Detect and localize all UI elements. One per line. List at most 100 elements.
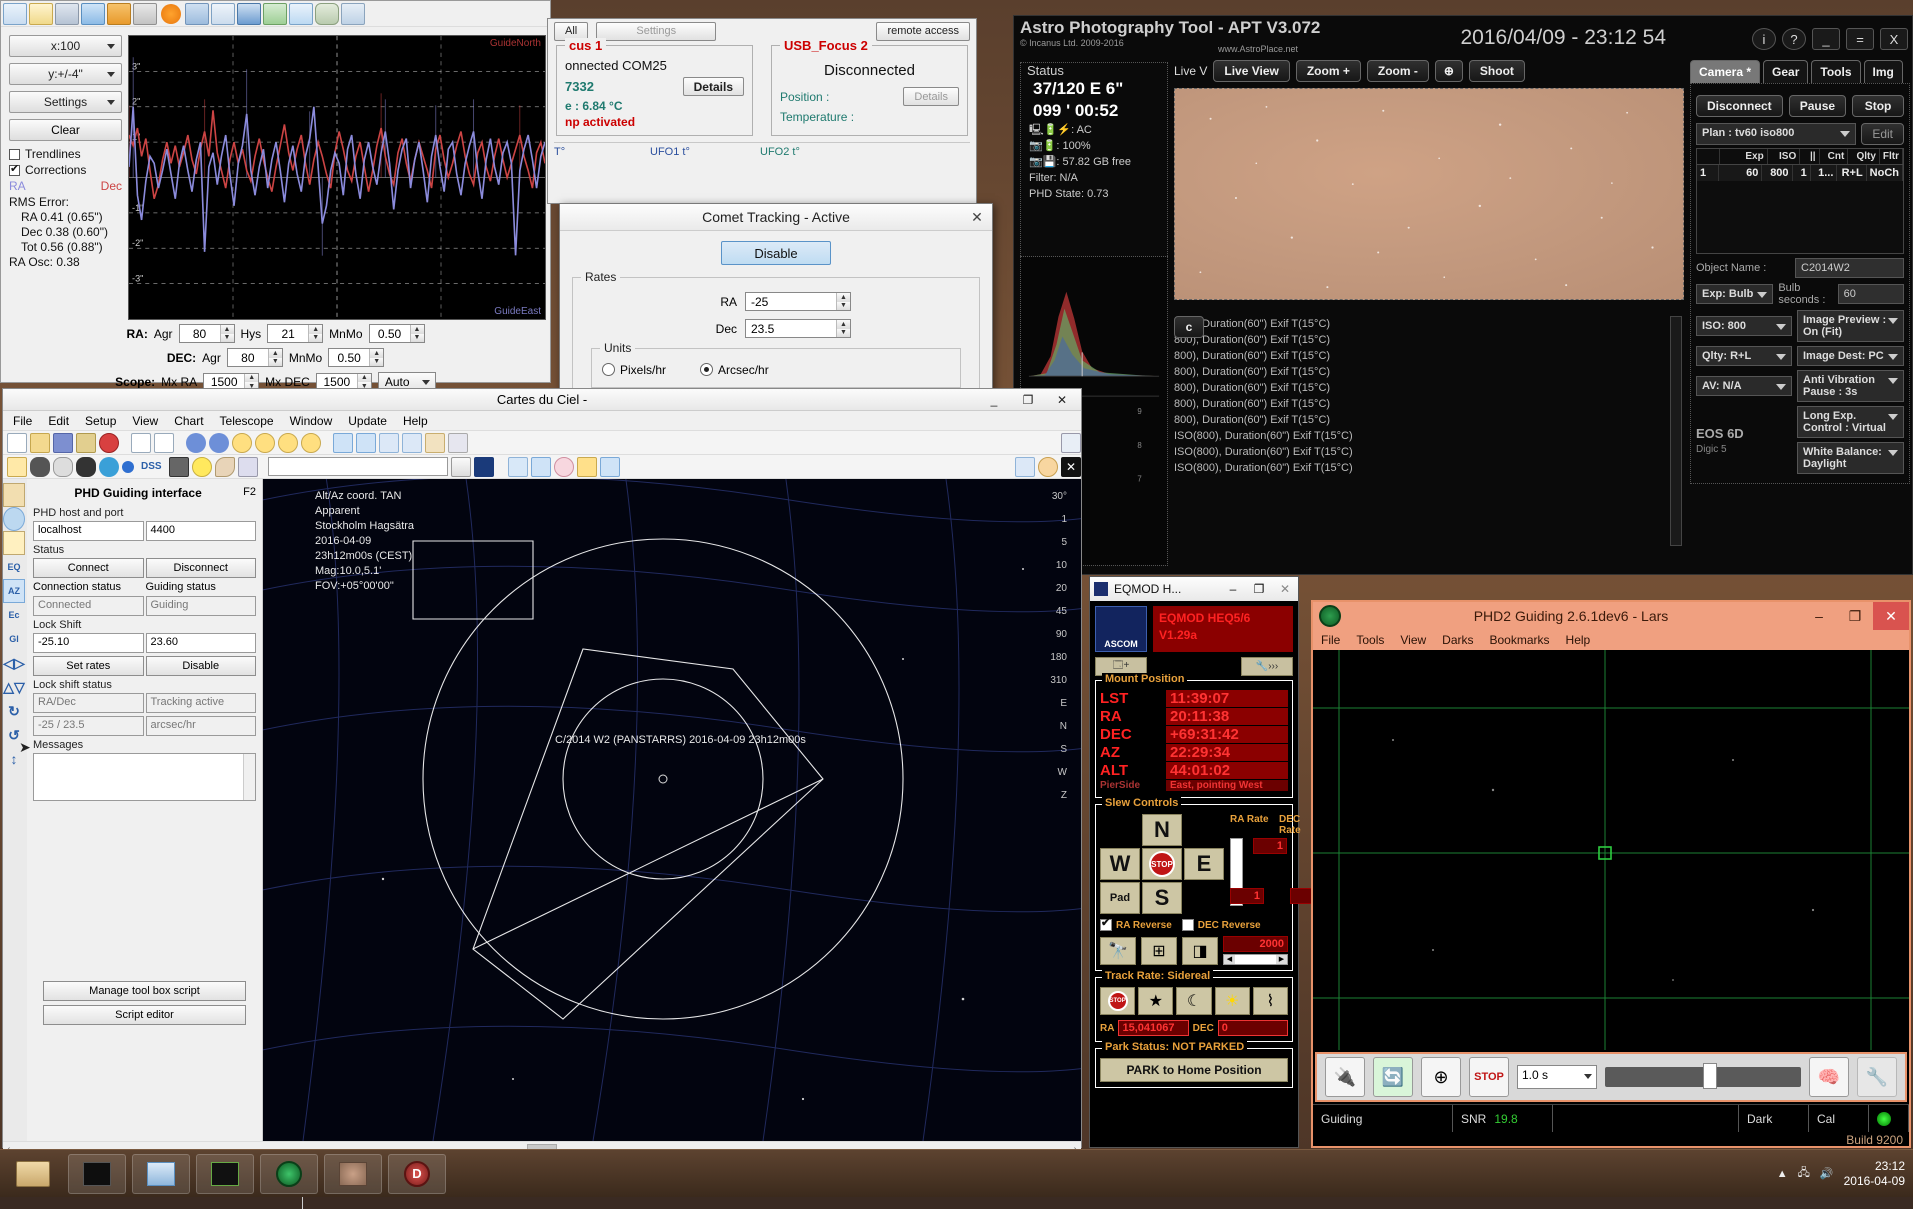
slew-west-button[interactable]: W (1100, 848, 1140, 880)
ra-reverse-checkbox-row[interactable]: RA Reverse (1100, 916, 1172, 931)
tab-img[interactable]: Img (1863, 60, 1903, 83)
spiral-icon[interactable]: ◨ (1182, 936, 1218, 965)
slider-left-icon[interactable]: ◀ (1224, 955, 1235, 964)
note-icon[interactable] (289, 2, 313, 25)
target2-icon[interactable] (1038, 456, 1058, 477)
messages-box[interactable] (33, 753, 256, 801)
message-icon[interactable] (341, 2, 365, 25)
volume-icon[interactable]: 🔊 (1820, 1167, 1834, 1180)
spin-down-icon[interactable]: ▼ (837, 301, 850, 310)
planet-icon[interactable] (99, 456, 119, 477)
export-icon[interactable] (263, 2, 287, 25)
sidebar-icon-flip-v[interactable]: △▽ (3, 675, 25, 699)
messages-scrollbar[interactable] (243, 754, 255, 800)
spin-up-icon[interactable]: ▲ (837, 320, 850, 329)
spin-up-icon[interactable]: ▲ (370, 349, 384, 358)
comet-disable-button[interactable]: Disable (721, 241, 831, 265)
spin-up-icon[interactable]: ▲ (268, 349, 282, 358)
taskbar-apt[interactable]: D (388, 1153, 446, 1194)
pointer-icon[interactable] (333, 432, 353, 453)
spin-down-icon[interactable]: ▼ (837, 328, 850, 337)
taskbar-eqmod[interactable] (260, 1153, 318, 1194)
alert-icon[interactable] (161, 3, 181, 24)
refresh-icon[interactable] (81, 2, 105, 25)
slew-stop-button[interactable]: STOP (1142, 848, 1182, 880)
spin-up-icon[interactable]: ▲ (309, 325, 323, 334)
plan-dropdown[interactable]: Plan : tv60 iso800 (1696, 123, 1857, 145)
copy-chart-icon[interactable] (131, 432, 151, 453)
sidebar-tab-gl[interactable]: Gl (3, 627, 25, 651)
ra-reverse-checkbox[interactable] (1100, 916, 1112, 931)
dec-agr-input[interactable] (227, 349, 268, 366)
white-balance-dropdown[interactable]: White Balance: Daylight (1797, 442, 1904, 474)
lock-shift-ra-input[interactable]: -25.10 (33, 633, 144, 653)
image-dest-dropdown[interactable]: Image Dest: PC (1797, 346, 1904, 366)
close-button[interactable]: ✕ (1045, 390, 1079, 409)
apt-log-panel[interactable]: c 800), Duration(60") Exif T(15°C) 800),… (1174, 316, 1684, 566)
menu-view[interactable]: View (1400, 633, 1426, 647)
setup-wrench-icon[interactable]: 🔧››› (1241, 657, 1293, 676)
brain-icon[interactable]: 🧠 (1809, 1057, 1849, 1097)
location-icon[interactable] (99, 432, 119, 453)
undo-icon[interactable] (186, 432, 206, 453)
sidebar-icon-flip-h[interactable]: ◁▷ (3, 651, 25, 675)
close-icon[interactable]: ✕ (966, 207, 988, 227)
asteroid-icon[interactable] (237, 456, 258, 477)
slew-east-button[interactable]: E (1184, 848, 1224, 880)
wrench-icon[interactable]: 🔧 (1857, 1057, 1897, 1097)
stop-button[interactable]: Stop (1852, 95, 1904, 117)
hys-input[interactable] (268, 325, 309, 342)
grid-icon[interactable] (356, 432, 376, 453)
disconnect-button[interactable]: Disconnect (145, 558, 256, 578)
sidebar-tab-eq[interactable]: EQ (3, 555, 25, 579)
sky-chart-canvas[interactable]: Alt/Az coord. TAN Apparent Stockholm Hag… (263, 479, 1081, 1141)
menu-file[interactable]: File (13, 414, 32, 428)
script-editor-button[interactable]: Script editor (43, 1005, 246, 1025)
x-scale-dropdown[interactable]: x:100 (9, 35, 122, 57)
slider-thumb[interactable] (1703, 1063, 1717, 1089)
quality-dropdown[interactable]: Qlty: R+L (1696, 346, 1792, 366)
hys-stepper[interactable]: ▲▼ (267, 324, 324, 343)
lock-disable-button[interactable]: Disable (145, 656, 256, 676)
clear-button[interactable]: Clear (9, 119, 122, 141)
network-icon[interactable]: 🖧 (1798, 1164, 1810, 1183)
bulb-seconds-field[interactable]: 60 (1837, 284, 1904, 304)
grid-icon[interactable]: ⊞ (1141, 936, 1177, 965)
chart-icon[interactable] (3, 2, 27, 25)
target-icon[interactable] (553, 456, 574, 477)
windows-icon[interactable] (107, 2, 131, 25)
maximize-button[interactable]: ❐ (1837, 602, 1873, 630)
new-icon[interactable] (7, 432, 27, 453)
settings-dropdown[interactable]: Settings (9, 91, 122, 113)
manage-toolbox-button[interactable]: Manage tool box script (43, 981, 246, 1001)
dec-agr-stepper[interactable]: ▲▼ (226, 348, 283, 367)
track-solar-button[interactable]: ☀ (1214, 987, 1250, 1015)
tab-tools[interactable]: Tools (1811, 60, 1861, 83)
track-lunar-button[interactable]: ☾ (1176, 987, 1212, 1015)
iso-dropdown[interactable]: ISO: 800 (1696, 316, 1792, 336)
ra-rate-value[interactable]: 1 (1230, 888, 1264, 904)
taskbar-phd2[interactable] (68, 1153, 126, 1194)
ra-rate-stepper[interactable]: ▲▼ (745, 292, 851, 311)
spin-up-icon[interactable]: ▲ (837, 293, 850, 302)
sidebar-icon-list[interactable] (3, 531, 25, 555)
maximize-button[interactable]: = (1846, 28, 1874, 50)
host-input[interactable]: localhost (33, 521, 144, 541)
sky-objects-icon[interactable] (530, 456, 551, 477)
search-input[interactable] (267, 457, 448, 476)
crosshair-icon[interactable]: ⊕ (1434, 60, 1463, 82)
darknebula-icon[interactable] (76, 456, 96, 477)
spin-down-icon[interactable]: ▼ (370, 357, 384, 366)
fullscreen-icon[interactable] (211, 2, 235, 25)
print-icon[interactable] (76, 432, 96, 453)
lock-shift-dec-input[interactable]: 23.60 (145, 633, 256, 653)
binoculars-icon[interactable] (473, 456, 494, 477)
camera-connect-icon[interactable]: 🔌 (1325, 1057, 1365, 1097)
slew-south-button[interactable]: S (1142, 882, 1182, 914)
menu-bookmarks[interactable]: Bookmarks (1490, 633, 1550, 647)
menu-setup[interactable]: Setup (85, 414, 116, 428)
info-icon[interactable]: i (1752, 28, 1776, 50)
sidebar-icon-globe[interactable] (3, 507, 25, 531)
tools-icon[interactable] (55, 2, 79, 25)
edit-plan-button[interactable]: Edit (1861, 123, 1904, 145)
